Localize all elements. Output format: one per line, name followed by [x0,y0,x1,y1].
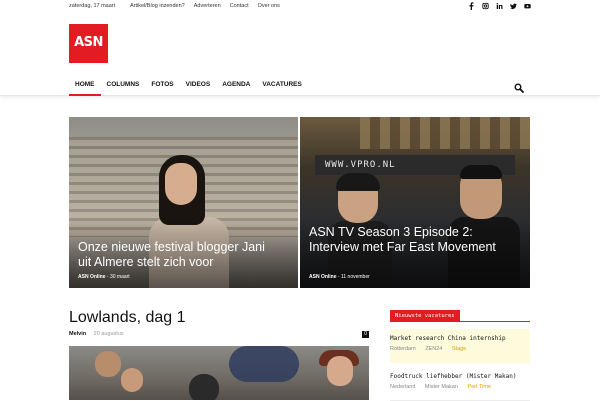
logo-text: ASN [74,35,103,50]
sidebar-heading: Nieuwste vacatures [390,310,530,322]
main-nav: HOME COLUMNS FOTOS VIDEOS AGENDA VACATUR… [0,74,600,96]
article-author[interactable]: Melvin [69,331,86,337]
featured-post-1-date: 30 maart [109,274,130,280]
top-link-contact[interactable]: Contact [230,3,249,9]
featured-post-1-meta: ASN Online - 30 maart [78,274,130,280]
job-listing[interactable]: Foodtruck liefhebber (Mister Makan) Nede… [390,367,530,401]
nav-item-columns[interactable]: COLUMNS [101,74,146,96]
youtube-icon[interactable] [524,2,531,10]
featured-post-2-date: 11 november [340,274,370,280]
twitter-icon[interactable] [510,2,517,10]
nav-item-vacatures[interactable]: VACATURES [256,74,307,96]
featured-post-1-title[interactable]: Onze nieuwe festival blogger Jani uit Al… [78,240,278,270]
job-meta: Rotterdam ZEN24 Stage [390,346,530,352]
featured-post-1[interactable]: Onze nieuwe festival blogger Jani uit Al… [69,117,298,288]
featured-image-decoration [360,117,530,149]
comment-count-badge[interactable]: 0 [362,331,369,338]
job-type: Stage [451,346,467,352]
nav-item-fotos[interactable]: FOTOS [145,74,179,96]
featured-post-1-author[interactable]: ASN Online [78,274,106,280]
featured-post-2-title[interactable]: ASN TV Season 3 Episode 2: Interview met… [309,225,524,255]
job-company: Mister Makan [424,384,458,390]
instagram-icon[interactable] [482,2,489,10]
article-title[interactable]: Lowlands, dag 1 [69,309,186,327]
featured-post-2[interactable]: WWW.VPRO.NL ASN TV Season 3 Episode 2: I… [300,117,530,288]
site-logo[interactable]: ASN [69,24,108,63]
job-location: Rotterdam [390,346,416,352]
linkedin-icon[interactable] [496,2,503,10]
facebook-icon[interactable] [468,2,475,11]
nav-item-videos[interactable]: VIDEOS [180,74,217,96]
job-meta: Nederland Mister Makan Part Time [390,384,530,390]
job-type: Part Time [467,384,492,390]
top-links: Artikel/Blog inzenden? Adverteren Contac… [130,3,280,9]
article-image[interactable] [69,346,369,400]
featured-post-2-meta: ASN Online - 11 november [309,274,370,280]
top-link-about[interactable]: Over ons [258,3,280,9]
job-listing[interactable]: Market research China internship Rotterd… [390,329,530,363]
top-link-submit-article[interactable]: Artikel/Blog inzenden? [130,3,185,9]
nav-item-home[interactable]: HOME [69,74,101,96]
search-icon[interactable] [514,80,524,93]
job-company: ZEN24 [425,346,443,352]
article-meta: Melvin 20 augustus [69,331,124,337]
nav-item-agenda[interactable]: AGENDA [216,74,256,96]
job-title[interactable]: Market research China internship [390,335,530,342]
job-location: Nederland [390,384,416,390]
featured-post-2-author[interactable]: ASN Online [309,274,337,280]
sidebar-heading-label: Nieuwste vacatures [390,310,460,322]
social-icons [468,2,531,11]
job-title[interactable]: Foodtruck liefhebber (Mister Makan) [390,373,530,380]
top-bar: zaterdag, 17 maart Artikel/Blog inzenden… [0,0,600,14]
article-date: 20 augustus [93,331,124,337]
sidebar-vacancies: Nieuwste vacatures Market research China… [390,310,530,401]
current-date: zaterdag, 17 maart [69,3,116,9]
top-link-advertise[interactable]: Adverteren [194,3,221,9]
